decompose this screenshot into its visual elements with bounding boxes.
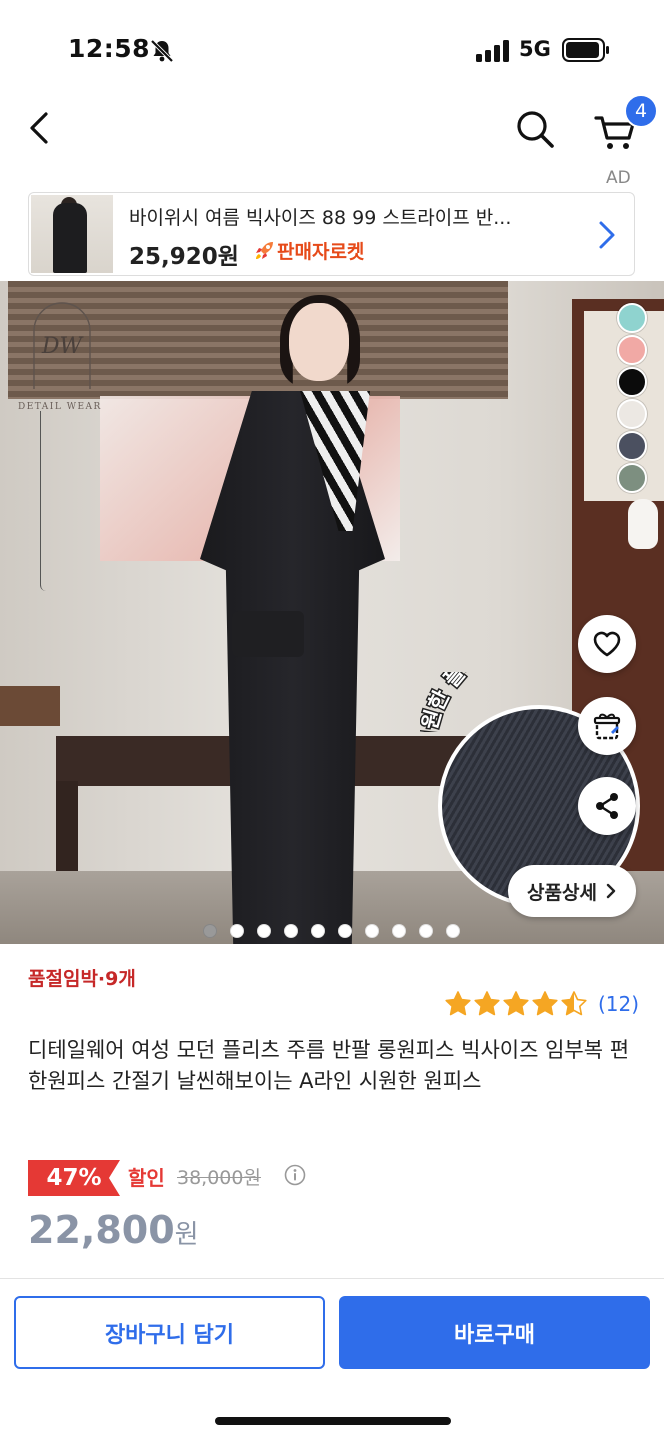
color-swatch-pink[interactable] [617,335,647,365]
ad-thumbnail [31,195,113,273]
fabric-detail-caption-text: 시원한 플리츠 주름 [420,672,545,732]
info-icon[interactable] [284,1164,306,1186]
color-swatch-mint[interactable] [617,303,647,333]
color-swatch-khaki[interactable] [617,463,647,493]
cart-count-badge: 4 [624,94,658,128]
brand-logo: DW [33,302,91,389]
share-icon [596,793,618,819]
rating-star [445,991,471,1016]
sale-price-currency: 원 [174,1220,199,1250]
wishlist-button[interactable] [578,615,636,673]
ad-title: 바이위시 여름 빅사이즈 88 99 스트라이프 반... [129,207,512,229]
carousel-dot[interactable] [392,924,406,938]
home-indicator[interactable] [215,1417,451,1425]
product-title: 디테일웨어 여성 모던 플리츠 주름 반팔 롱원피스 빅사이즈 임부복 편한원피… [28,1038,630,1093]
back-arrow-icon[interactable] [20,106,64,150]
bottom-action-bar: 장바구니 담기 바로구매 [0,1278,664,1440]
chevron-right-icon [599,221,615,249]
gift-button[interactable] [578,697,636,755]
ad-price: 25,920원 [129,244,239,270]
ad-banner[interactable]: 바이위시 여름 빅사이즈 88 99 스트라이프 반... 25,920원 판매… [28,192,635,276]
stock-status: 품절임박·9개 [28,968,136,990]
brand-logo-text: DETAIL WEAR [18,402,102,412]
rating-star [532,991,558,1016]
status-bar: 12:58 5G [0,0,664,96]
product-detail-button[interactable]: 상품상세 [508,865,636,917]
carousel-dot[interactable] [419,924,433,938]
rating-stars[interactable]: (12) [444,990,639,1018]
share-button[interactable] [578,777,636,835]
network-type: 5G [519,37,551,61]
bell-muted-icon [150,39,174,63]
color-swatch-navy[interactable] [617,431,647,461]
color-swatch-ivory[interactable] [617,399,647,429]
seller-rocket-label: 판매자로켓 [277,241,365,263]
rating-star [503,991,529,1016]
rocket-icon [256,241,273,259]
carousel-dot[interactable] [230,924,244,938]
rating-star [561,991,587,1016]
carousel-dot[interactable] [446,924,460,938]
seller-rocket-badge: 판매자로켓 [253,237,364,264]
carousel-dot[interactable] [365,924,379,938]
carousel-pagination [203,924,460,938]
product-detail-button-label: 상품상세 [527,881,597,904]
carousel-dot[interactable] [284,924,298,938]
add-to-cart-button[interactable]: 장바구니 담기 [14,1296,325,1369]
sale-price: 22,800원 [28,1208,199,1252]
carousel-dot[interactable] [311,924,325,938]
review-count[interactable]: (12) [598,992,639,1016]
rating-star [474,991,500,1016]
star-rating-icon [445,991,587,1016]
carousel-dot[interactable] [338,924,352,938]
color-swatch-black[interactable] [617,367,647,397]
heart-icon [593,631,621,657]
search-icon[interactable] [510,104,560,154]
svg-text:시원한 플리츠 주름: 시원한 플리츠 주름 [420,672,543,732]
discount-badge: 47% [28,1160,120,1196]
discount-label: 할인 [128,1166,165,1190]
status-time: 12:58 [68,34,151,63]
sale-price-value: 22,800 [28,1208,175,1252]
svg-text:DW: DW [41,334,85,359]
original-price: 38,000원 [177,1167,261,1189]
buy-now-button[interactable]: 바로구매 [339,1296,650,1369]
gift-icon [593,713,621,740]
top-nav [0,96,664,166]
carousel-dot[interactable] [257,924,271,938]
carousel-dot[interactable] [203,924,217,938]
chevron-right-icon [606,883,616,899]
battery-icon [562,38,609,62]
ad-label: AD [606,168,631,188]
signal-icon [476,40,509,62]
